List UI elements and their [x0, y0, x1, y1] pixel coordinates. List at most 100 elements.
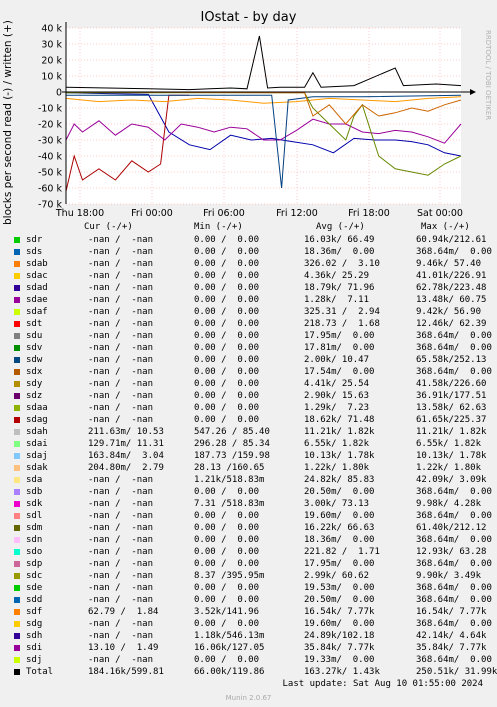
legend-swatch	[14, 513, 20, 519]
legend-max: 11.21k/ 1.82k	[416, 427, 487, 437]
legend-device-name: sdz	[26, 391, 43, 401]
legend-min: 16.06k/127.05	[194, 643, 265, 653]
legend-swatch	[14, 261, 20, 267]
legend-max: 12.93k/ 63.28	[416, 547, 487, 557]
legend-avg: 19.53m/ 0.00	[304, 583, 375, 593]
x-axis-arrow	[470, 89, 476, 95]
legend-cur: -nan / -nan	[88, 523, 154, 533]
legend-swatch	[14, 393, 20, 399]
x-tick-label: Fri 12:00	[276, 208, 318, 219]
legend-avg: 17.95m/ 0.00	[304, 559, 375, 569]
legend-avg: 3.00k/ 73.13	[304, 499, 370, 509]
legend-cur: -nan / -nan	[88, 319, 154, 329]
legend-row: sdy -nan / -nan 0.00 / 0.00 4.41k/ 25.54 41.…	[12, 378, 492, 390]
legend-row: sdb -nan / -nan 0.00 / 0.00 20.50m/ 0.00 368…	[12, 486, 492, 498]
legend-device-name: sdaa	[26, 403, 48, 413]
legend-cur: 129.71m/ 11.31	[88, 439, 164, 449]
legend-min: 0.00 / 0.00	[194, 319, 260, 329]
legend-min: 0.00 / 0.00	[194, 271, 260, 281]
x-tick-labels: Thu 18:00 Fri 00:00 Fri 06:00 Fri 12:00 Fri …	[55, 208, 463, 219]
legend-device-name: sdr	[26, 235, 43, 245]
legend-min: 0.00 / 0.00	[194, 247, 260, 257]
legend-swatch	[14, 417, 20, 423]
legend-avg: 16.22k/ 66.63	[304, 523, 375, 533]
legend-max: 61.40k/212.12	[416, 523, 487, 533]
legend-min: 0.00 / 0.00	[194, 487, 260, 497]
legend-max: 368.64m/ 0.00	[416, 583, 492, 593]
legend-cur: -nan / -nan	[88, 403, 154, 413]
legend-device-name: sde	[26, 583, 43, 593]
legend-max: 368.64m/ 0.00	[416, 511, 492, 521]
legend-row: sdr -nan / -nan 0.00 / 0.00 16.03k/ 66.49 60…	[12, 234, 492, 246]
x-tick-label: Thu 18:00	[55, 208, 104, 219]
legend-device-name: sds	[26, 247, 43, 257]
legend-avg: 325.31 / 2.94	[304, 307, 380, 317]
legend-device-name: sdx	[26, 367, 43, 377]
legend-avg: 20.50m/ 0.00	[304, 487, 375, 497]
legend-avg: 221.82 / 1.71	[304, 547, 380, 557]
legend-swatch	[14, 549, 20, 555]
legend-cur: -nan / -nan	[88, 475, 154, 485]
legend-row: sdz -nan / -nan 0.00 / 0.00 2.90k/ 15.63 36.…	[12, 390, 492, 402]
legend-device-name: sdag	[26, 415, 48, 425]
legend-cur: -nan / -nan	[88, 343, 154, 353]
legend-device-name: sdb	[26, 487, 43, 497]
legend-min: 1.21k/518.83m	[194, 475, 265, 485]
legend-min: 3.52k/141.96	[194, 607, 260, 617]
legend-avg: 326.02 / 3.10	[304, 259, 380, 269]
legend-cur: -nan / -nan	[88, 619, 154, 629]
y-tick-label: 10 k	[41, 72, 62, 83]
legend-cur: -nan / -nan	[88, 271, 154, 281]
legend-avg: 18.36m/ 0.00	[304, 247, 375, 257]
legend-avg: 17.95m/ 0.00	[304, 331, 375, 341]
legend-device-name: sdaj	[26, 451, 48, 461]
legend-swatch	[14, 405, 20, 411]
legend-max: 41.58k/226.60	[416, 379, 487, 389]
legend-swatch	[14, 285, 20, 291]
legend-max: 1.22k/ 1.80k	[416, 463, 482, 473]
legend-max: 16.54k/ 7.77k	[416, 607, 487, 617]
legend-device-name: sdj	[26, 655, 43, 665]
legend-min: 7.31 /518.83m	[194, 499, 265, 509]
legend-row: sdaf -nan / -nan 0.00 / 0.00 325.31 / 2.94 9…	[12, 306, 492, 318]
legend-cur: -nan / -nan	[88, 583, 154, 593]
x-tick-label: Fri 06:00	[203, 208, 245, 219]
legend-cur: -nan / -nan	[88, 391, 154, 401]
legend-min: 187.73 /159.98	[194, 451, 270, 461]
chart-plot: 40 k 30 k 20 k 10 k 0 -10 k -20 k -30 k -40 k -50…	[38, 22, 476, 219]
legend-swatch	[14, 573, 20, 579]
legend-max: 368.64m/ 0.00	[416, 367, 492, 377]
legend-device-name: sdae	[26, 295, 48, 305]
legend-header-min: Min (-/+)	[194, 222, 243, 232]
legend-swatch	[14, 609, 20, 615]
legend-swatch	[14, 657, 20, 663]
legend-device-name: sdp	[26, 559, 43, 569]
legend-row: sdak 204.80m/ 2.79 28.13 /160.65 1.22k/ 1.8…	[12, 462, 492, 474]
legend-device-name: sdd	[26, 595, 43, 605]
legend-cur: -nan / -nan	[88, 547, 154, 557]
legend-max: 368.64m/ 0.00	[416, 535, 492, 545]
legend-row: sdx -nan / -nan 0.00 / 0.00 17.54m/ 0.00 368…	[12, 366, 492, 378]
legend-avg: 17.81m/ 0.00	[304, 343, 375, 353]
legend-row: sdae -nan / -nan 0.00 / 0.00 1.28k/ 7.11 13.…	[12, 294, 492, 306]
legend-min: 296.28 / 85.34	[194, 439, 270, 449]
legend-cur: -nan / -nan	[88, 283, 154, 293]
x-tick-label: Fri 00:00	[131, 208, 173, 219]
legend-max: 61.65k/225.37	[416, 415, 487, 425]
legend-swatch	[14, 633, 20, 639]
legend-avg: 2.99k/ 60.62	[304, 571, 370, 581]
legend-row: sdj -nan / -nan 0.00 / 0.00 19.33m/ 0.00 368…	[12, 654, 492, 666]
legend-max: 368.64m/ 0.00	[416, 619, 492, 629]
plot-area	[66, 28, 461, 204]
legend-row: sdl -nan / -nan 0.00 / 0.00 19.60m/ 0.00 368…	[12, 510, 492, 522]
legend-device-name: sdv	[26, 343, 43, 353]
legend-swatch	[14, 525, 20, 531]
legend-cur: -nan / -nan	[88, 499, 154, 509]
legend-row: sdag -nan / -nan 0.00 / 0.00 18.62k/ 71.48 6…	[12, 414, 492, 426]
legend-device-name: sdah	[26, 427, 48, 437]
legend-avg: 24.89k/102.18	[304, 631, 375, 641]
legend-avg: 18.62k/ 71.48	[304, 415, 375, 425]
legend-avg: 17.54m/ 0.00	[304, 367, 375, 377]
legend-swatch	[14, 381, 20, 387]
legend-min: 0.00 / 0.00	[194, 295, 260, 305]
